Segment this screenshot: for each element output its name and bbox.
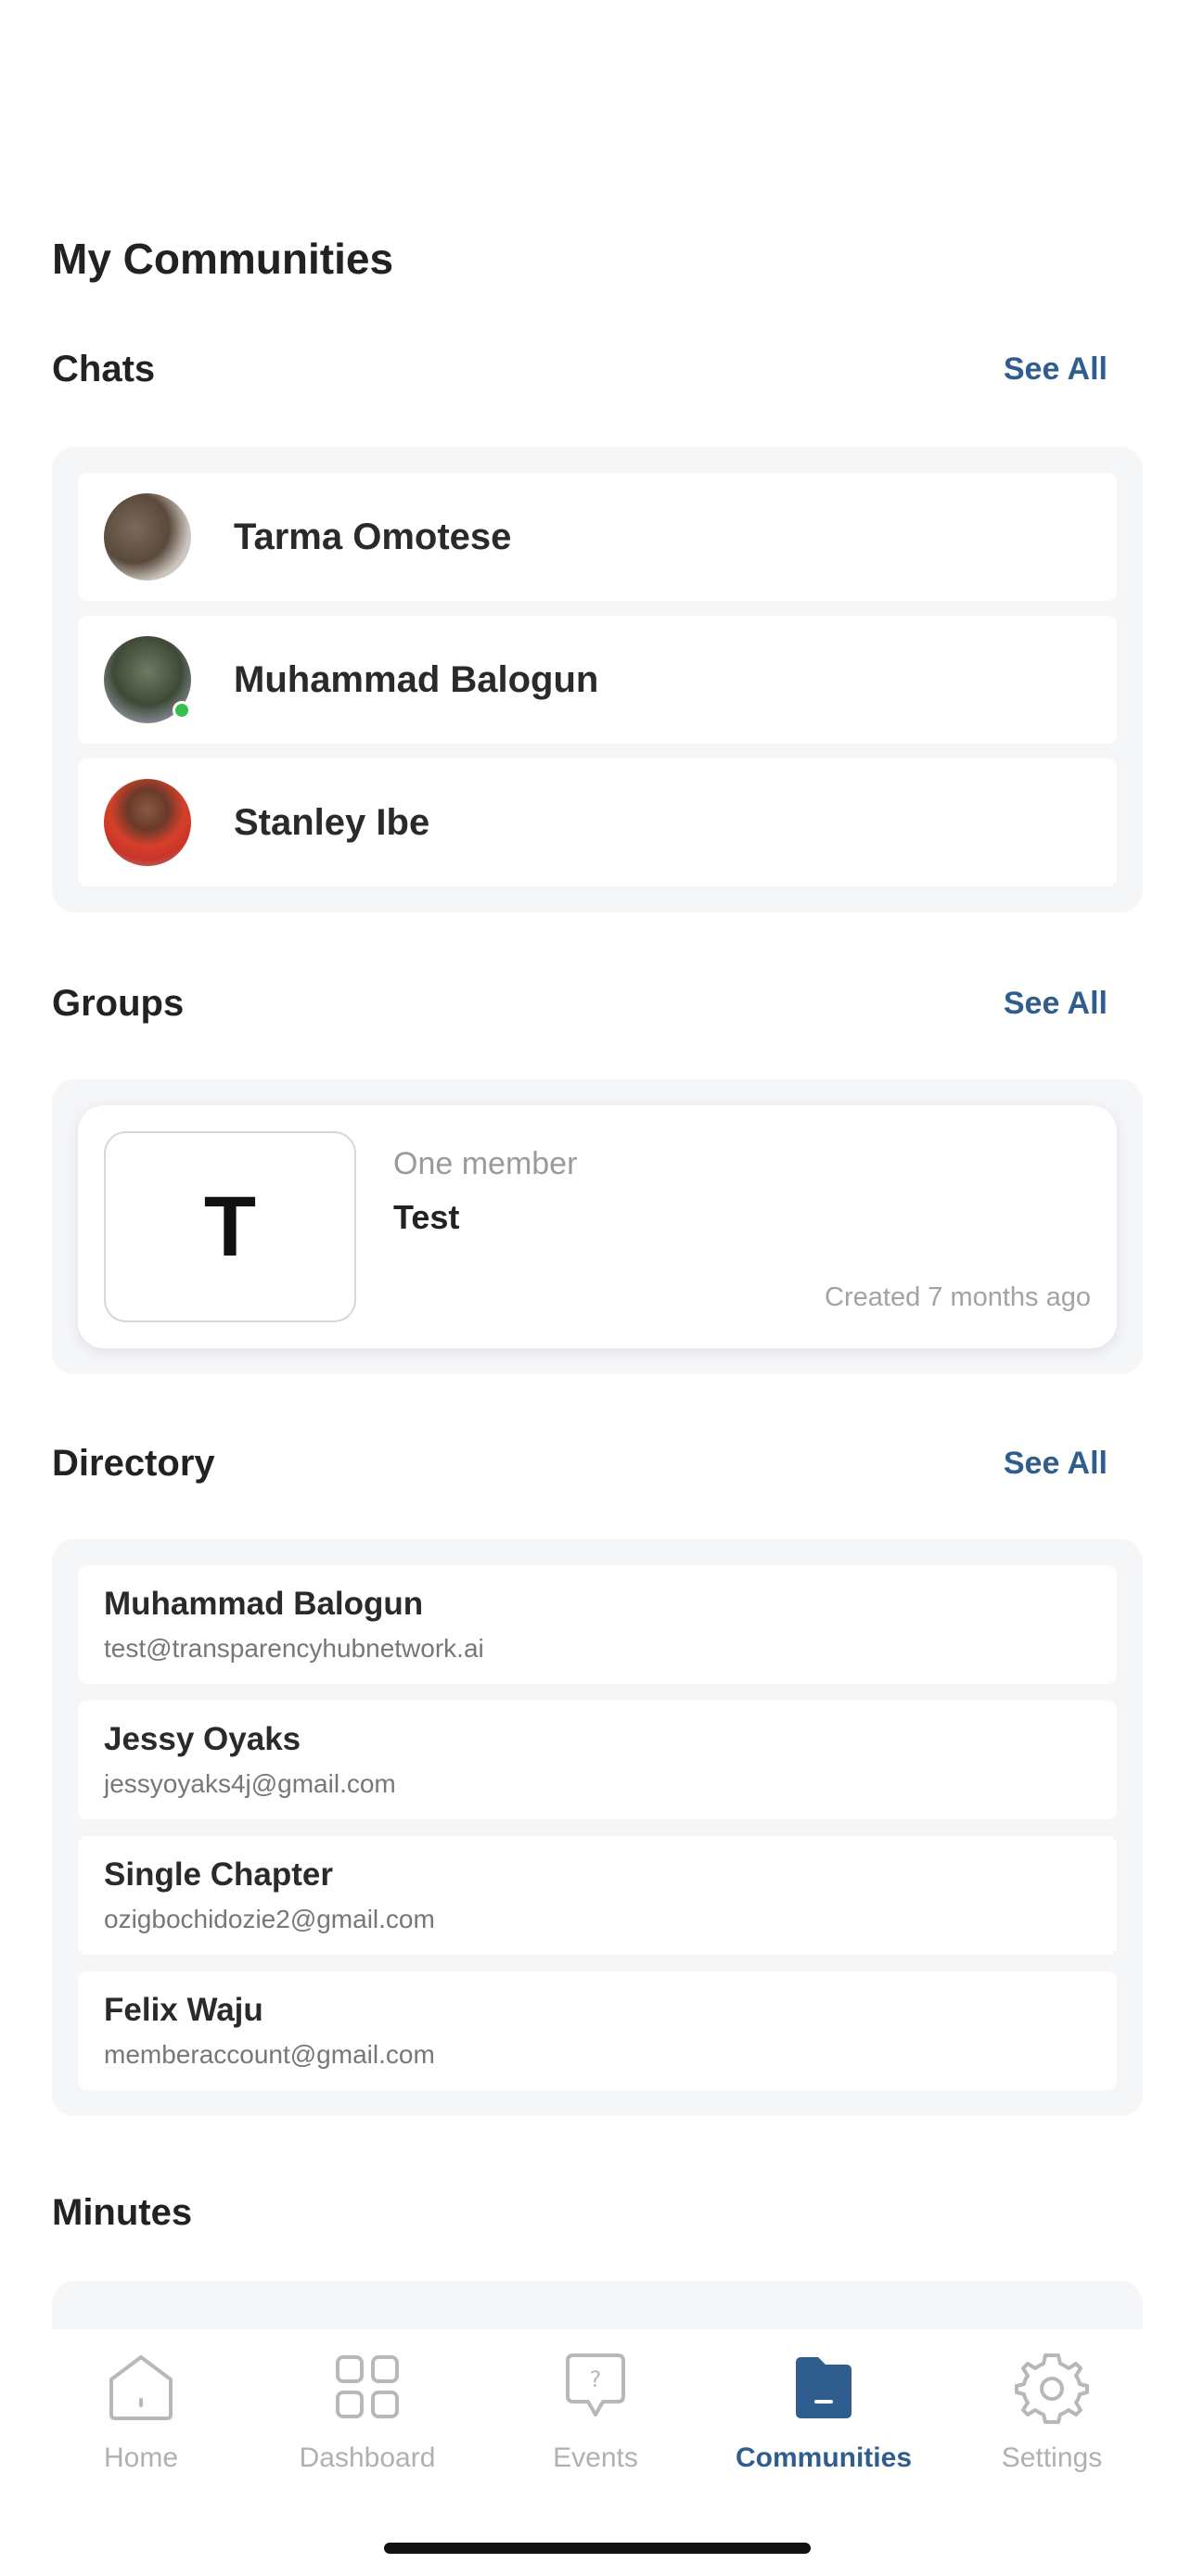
tab-communities[interactable]: Communities	[712, 2350, 935, 2474]
chats-section-header: Chats See All	[52, 349, 1108, 390]
groups-section-header: Groups See All	[52, 983, 1108, 1025]
online-status-dot	[173, 701, 191, 720]
minutes-title: Minutes	[52, 2192, 193, 2233]
group-name: Test	[393, 1198, 460, 1236]
directory-name: Muhammad Balogun	[104, 1586, 424, 1622]
directory-see-all-link[interactable]: See All	[1004, 1446, 1108, 1482]
page-title: My Communities	[52, 235, 394, 283]
tab-label: Dashboard	[299, 2442, 436, 2473]
folder-icon	[796, 2357, 852, 2418]
directory-name: Felix Waju	[104, 1992, 263, 2028]
directory-item[interactable]: Muhammad Balogun test@transparencyhubnet…	[78, 1565, 1117, 1684]
tab-label: Communities	[735, 2442, 913, 2473]
groups-see-all-link[interactable]: See All	[1004, 986, 1108, 1022]
chat-name: Stanley Ibe	[234, 801, 430, 843]
chat-name: Muhammad Balogun	[234, 658, 599, 700]
directory-item[interactable]: Single Chapter ozigbochidozie2@gmail.com	[78, 1836, 1117, 1955]
directory-name: Jessy Oyaks	[104, 1721, 301, 1757]
groups-title: Groups	[52, 983, 185, 1024]
bottom-tab-bar: Home Dashboard ? Events Communities Sett…	[0, 2329, 1191, 2576]
tab-home[interactable]: Home	[30, 2350, 252, 2474]
group-thumbnail: T	[104, 1131, 356, 1322]
tab-dashboard[interactable]: Dashboard	[256, 2350, 479, 2474]
group-member-count: One member	[393, 1146, 578, 1181]
directory-section-header: Directory See All	[52, 1443, 1108, 1485]
directory-panel: Muhammad Balogun test@transparencyhubnet…	[52, 1539, 1143, 2116]
directory-email: memberaccount@gmail.com	[104, 2040, 435, 2069]
minutes-section-header: Minutes	[52, 2192, 1108, 2234]
gear-icon	[1015, 2353, 1089, 2424]
directory-item[interactable]: Jessy Oyaks jessyoyaks4j@gmail.com	[78, 1701, 1117, 1819]
tab-events[interactable]: ? Events	[484, 2350, 707, 2474]
directory-email: test@transparencyhubnetwork.ai	[104, 1634, 484, 1663]
tab-label: Home	[103, 2442, 179, 2473]
groups-panel: T One member Test Created 7 months ago	[52, 1079, 1143, 1374]
avatar	[104, 636, 191, 723]
group-created-date: Created 7 months ago	[825, 1282, 1091, 1312]
home-indicator	[384, 2543, 811, 2554]
tab-label: Settings	[1001, 2442, 1103, 2473]
chats-title: Chats	[52, 349, 156, 389]
chat-name: Tarma Omotese	[234, 516, 512, 557]
directory-email: jessyoyaks4j@gmail.com	[104, 1769, 396, 1798]
chat-item[interactable]: Tarma Omotese	[78, 473, 1117, 601]
svg-text:?: ?	[590, 2366, 602, 2392]
directory-email: ozigbochidozie2@gmail.com	[104, 1905, 435, 1933]
tab-settings[interactable]: Settings	[941, 2350, 1163, 2474]
avatar	[104, 493, 191, 580]
directory-item[interactable]: Felix Waju memberaccount@gmail.com	[78, 1971, 1117, 2090]
avatar	[104, 779, 191, 866]
dashboard-grid-icon	[336, 2355, 399, 2418]
group-card[interactable]: T One member Test Created 7 months ago	[78, 1105, 1117, 1348]
directory-title: Directory	[52, 1443, 215, 1484]
home-icon	[109, 2355, 173, 2420]
question-bubble-icon: ?	[566, 2353, 625, 2417]
chat-item[interactable]: Stanley Ibe	[78, 759, 1117, 886]
tab-label: Events	[553, 2442, 638, 2473]
chat-item[interactable]: Muhammad Balogun	[78, 616, 1117, 744]
chats-panel: Tarma Omotese Muhammad Balogun Stanley I…	[52, 447, 1143, 912]
directory-name: Single Chapter	[104, 1856, 333, 1893]
chats-see-all-link[interactable]: See All	[1004, 351, 1108, 388]
